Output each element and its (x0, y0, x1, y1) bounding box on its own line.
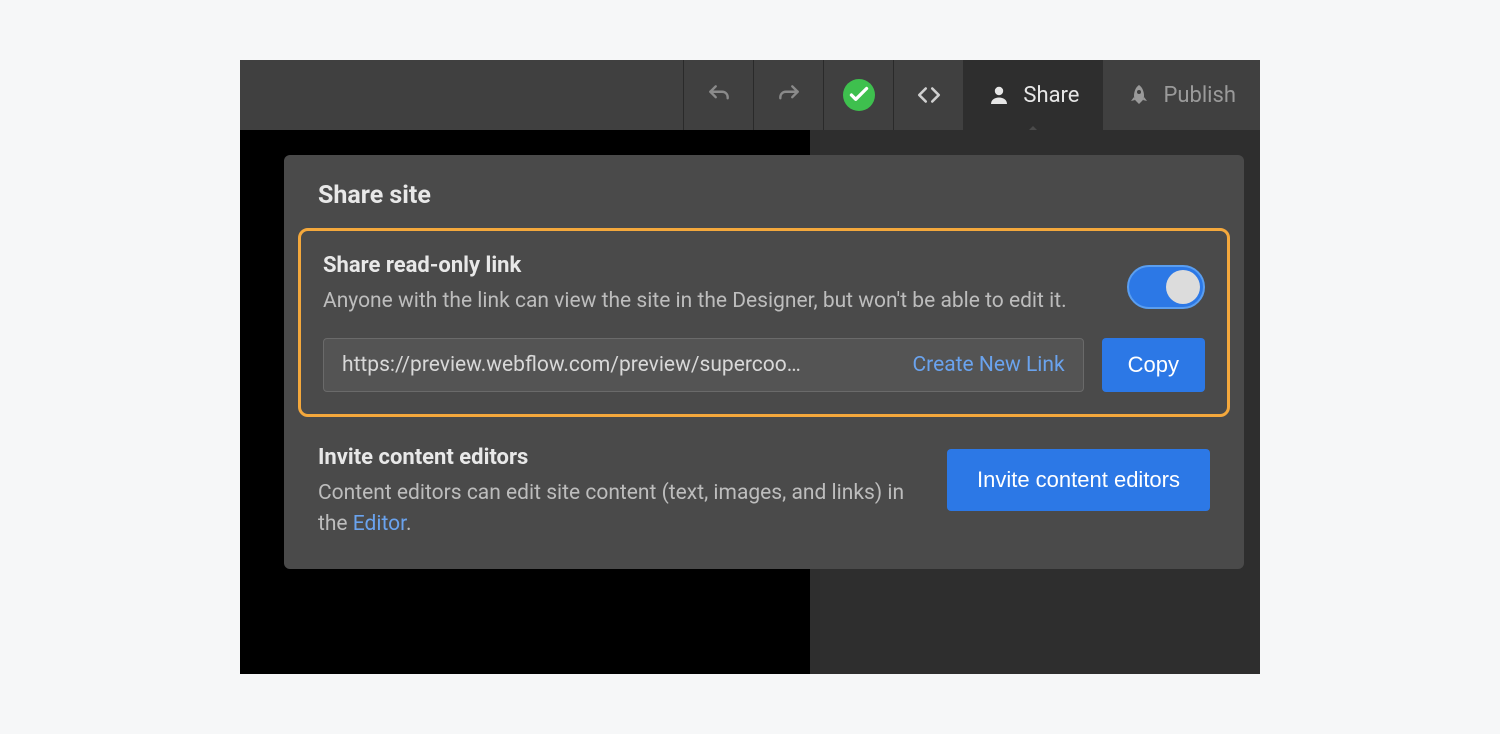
top-toolbar: Share Publish (240, 60, 1260, 130)
create-new-link[interactable]: Create New Link (913, 353, 1065, 377)
redo-button[interactable] (753, 60, 823, 130)
status-button[interactable] (823, 60, 893, 130)
undo-icon (706, 82, 732, 108)
undo-button[interactable] (683, 60, 753, 130)
share-panel: Share site Share read-only link Anyone w… (284, 155, 1244, 569)
rocket-icon (1127, 83, 1151, 107)
share-button-label: Share (1023, 83, 1079, 108)
copy-button[interactable]: Copy (1102, 338, 1205, 392)
code-icon (916, 82, 942, 108)
redo-icon (776, 82, 802, 108)
panel-header: Share site (284, 155, 1244, 228)
invite-description: Content editors can edit site content (t… (318, 478, 907, 539)
publish-button-label: Publish (1163, 83, 1236, 108)
publish-button[interactable]: Publish (1103, 60, 1260, 130)
share-url-value: https://preview.webflow.com/preview/supe… (342, 353, 801, 377)
readonly-toggle[interactable] (1127, 265, 1205, 309)
readonly-heading: Share read-only link (323, 253, 1097, 278)
share-button[interactable]: Share (963, 60, 1103, 130)
invite-section: Invite content editors Content editors c… (284, 417, 1244, 569)
readonly-section: Share read-only link Anyone with the lin… (298, 228, 1230, 417)
person-icon (987, 83, 1011, 107)
editor-link[interactable]: Editor (353, 512, 406, 536)
panel-title: Share site (318, 181, 1210, 210)
app-window: Share Publish Share site Share read-only… (240, 60, 1260, 674)
invite-editors-button[interactable]: Invite content editors (947, 449, 1210, 511)
status-ok-icon (843, 79, 875, 111)
code-button[interactable] (893, 60, 963, 130)
share-url-field[interactable]: https://preview.webflow.com/preview/supe… (323, 338, 1084, 392)
invite-heading: Invite content editors (318, 445, 907, 470)
readonly-description: Anyone with the link can view the site i… (323, 286, 1097, 316)
invite-desc-suffix: . (406, 512, 412, 536)
toggle-knob (1166, 270, 1200, 304)
